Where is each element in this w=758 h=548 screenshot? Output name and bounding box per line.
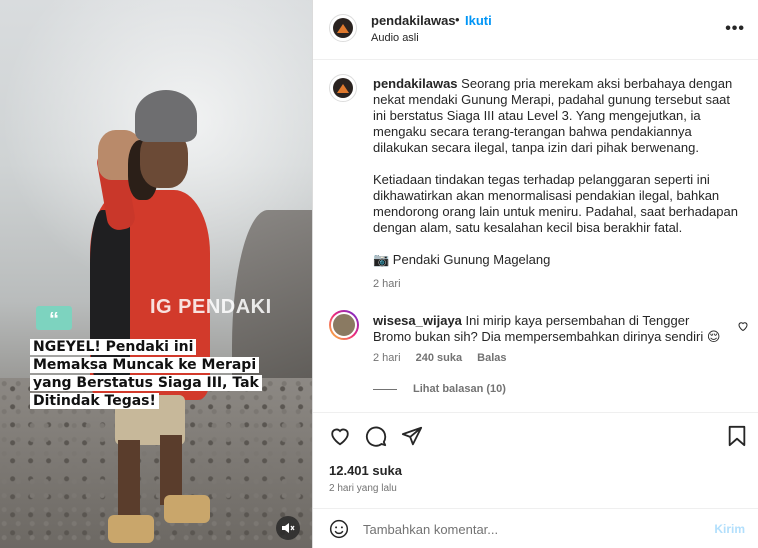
share-send-icon[interactable] — [401, 425, 423, 447]
mountain-logo-icon — [337, 84, 349, 93]
mute-button[interactable] — [276, 516, 300, 540]
speaker-muted-icon — [282, 523, 295, 533]
caption-age: 2 hari — [373, 278, 401, 290]
caption-paragraph-2: Ketiadaan tindakan tegas terhadap pelang… — [373, 172, 738, 235]
comment-age: 2 hari — [373, 352, 401, 364]
video-headline: NGEYEL! Pendaki ini Memaksa Muncak ke Me… — [30, 338, 290, 410]
comment-meta: 2 hari 240 suka Balas — [373, 352, 519, 364]
post-details-panel: pendakilawas • Ikuti Audio asli ••• pend… — [312, 0, 758, 548]
caption-credit: 📷 Pendaki Gunung Magelang — [373, 252, 551, 267]
separator-dot: • — [455, 12, 460, 27]
comment-text: wisesa_wijaya Ini mirip kaya persembahan… — [373, 313, 723, 345]
caption-username[interactable]: pendakilawas — [373, 76, 458, 91]
headline-line: Ditindak Tegas! — [30, 393, 159, 409]
hiker-boot-right — [164, 495, 210, 523]
avatar-inner — [331, 312, 357, 338]
send-comment-button[interactable]: Kirim — [714, 522, 745, 536]
more-options-icon[interactable]: ••• — [725, 20, 745, 38]
comment-input[interactable] — [363, 517, 703, 541]
quote-icon: “ — [36, 306, 72, 331]
mountain-logo-icon — [337, 24, 349, 33]
like-heart-icon[interactable] — [329, 425, 351, 447]
post-header: pendakilawas • Ikuti Audio asli ••• — [313, 0, 758, 60]
comment-like-count[interactable]: 240 suka — [416, 352, 462, 364]
video-watermark: IG PENDAKI — [150, 296, 272, 318]
reply-button[interactable]: Balas — [477, 352, 506, 364]
caption-text: pendakilawas Seorang pria merekam aksi b… — [373, 76, 743, 292]
comments-section[interactable]: pendakilawas Seorang pria merekam aksi b… — [313, 60, 758, 412]
caption-author-avatar[interactable] — [329, 74, 357, 102]
follow-button[interactable]: Ikuti — [465, 13, 492, 28]
view-replies-label: Lihat balasan (10) — [413, 383, 506, 395]
like-count[interactable]: 12.401 suka — [329, 463, 402, 478]
comment-composer: Kirim — [313, 508, 758, 548]
hiker-boot-left — [108, 515, 154, 543]
headline-line: NGEYEL! Pendaki ini — [30, 339, 197, 355]
view-replies-button[interactable]: Lihat balasan (10) — [373, 383, 506, 395]
post-timestamp: 2 hari yang lalu — [329, 483, 397, 494]
commenter-username[interactable]: wisesa_wijaya — [373, 313, 462, 328]
post-video[interactable]: IG PENDAKI “ NGEYEL! Pendaki ini Memaksa… — [0, 0, 312, 548]
hiker-figure — [80, 90, 220, 548]
post-actions: 12.401 suka 2 hari yang lalu — [313, 412, 758, 522]
headline-line: yang Berstatus Siaga III, Tak — [30, 375, 262, 391]
author-username[interactable]: pendakilawas — [371, 13, 456, 28]
hiker-beanie — [135, 90, 197, 142]
hiker-leg-left — [118, 440, 140, 520]
commenter-avatar[interactable] — [329, 310, 359, 340]
author-avatar[interactable] — [329, 14, 357, 42]
replies-divider-line — [373, 388, 397, 390]
audio-label[interactable]: Audio asli — [371, 32, 419, 44]
bookmark-save-icon[interactable] — [727, 425, 747, 447]
emoji-picker-icon[interactable] — [329, 519, 349, 539]
comment-bubble-icon[interactable] — [365, 425, 387, 447]
comment-like-icon[interactable] — [737, 320, 749, 332]
headline-line: Memaksa Muncak ke Merapi — [30, 357, 260, 373]
